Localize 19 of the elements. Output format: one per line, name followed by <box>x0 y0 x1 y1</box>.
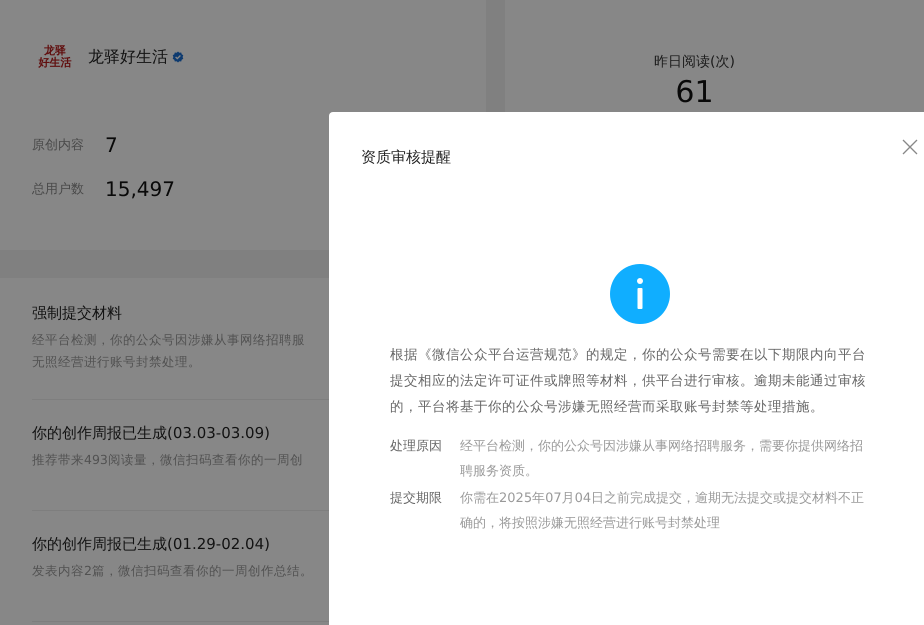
stat-value: 7 <box>105 133 118 157</box>
close-button[interactable] <box>902 139 920 157</box>
notice-title[interactable]: 你的创作周报已生成(01.29-02.04) <box>32 535 270 554</box>
detail-text: 你需在2025年07月04日之前完成提交，逾期无法提交或提交材料不正确的，将按照涉嫌无照经营进行账号封禁处理 <box>460 490 866 533</box>
stat-label: 原创内容 <box>32 137 85 154</box>
dialog-message: 根据《微信公众平台运营规范》的规定，你的公众号需要在以下期限内向平台提交相应的法定许可证件或牌照等材料，供平台进行审核。逾期未能通过审核的，平台将基于你的公众号涉嫌无照经营而采取账号封禁等处理措施。 <box>390 346 867 417</box>
close-icon <box>902 139 918 155</box>
detail-text: 经平台检测，你的公众号因涉嫌从事网络招聘服务，需要你提供网络招聘服务资质。 <box>460 438 864 481</box>
notice-title[interactable]: 强制提交材料 <box>32 304 122 323</box>
account-name: 龙驿好生活 <box>88 46 168 68</box>
detail-label: 提交期限 <box>390 490 443 508</box>
reads-label: 昨日阅读(次) <box>653 53 736 71</box>
info-icon <box>610 264 670 324</box>
notice-title[interactable]: 你的创作周报已生成(03.03-03.09) <box>32 424 270 443</box>
stat-label: 总用户数 <box>32 181 85 198</box>
dialog-title: 资质审核提醒 <box>361 148 451 166</box>
logo: 龙驿 好生活 <box>37 45 72 69</box>
detail-label: 处理原因 <box>390 438 443 456</box>
stat-value: 15,497 <box>105 177 175 201</box>
